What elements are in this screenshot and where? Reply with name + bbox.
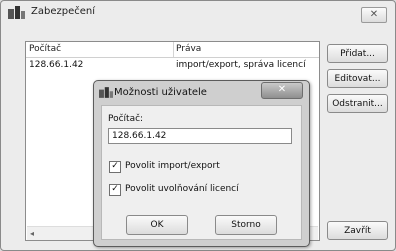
list-header: Počítač Práva	[26, 42, 319, 58]
computer-label: Počítač:	[108, 114, 144, 124]
allow-licence-release-label[interactable]: Povolit uvolňování licencí	[125, 184, 239, 194]
allow-import-export-label[interactable]: Povolit import/export	[125, 161, 220, 171]
scroll-left-icon[interactable]: ◂	[30, 229, 34, 238]
column-header-computer[interactable]: Počítač	[29, 44, 61, 54]
window-titlebar: Zabezpečení ✕	[1, 1, 395, 25]
remove-button[interactable]: Odstranit...	[327, 94, 388, 113]
cancel-button[interactable]: Storno	[215, 215, 277, 235]
computer-field[interactable]	[108, 128, 292, 144]
window-title: Zabezpečení	[31, 6, 95, 17]
close-button[interactable]: Zavřít	[327, 221, 388, 240]
add-button[interactable]: Přidat...	[327, 44, 388, 63]
user-options-dialog: Možnosti uživatele ✕ Počítač: ✓ Povolit …	[93, 80, 310, 247]
allow-licence-release-checkbox[interactable]: ✓	[109, 184, 121, 196]
computers-icon	[8, 6, 25, 19]
allow-import-export-checkbox[interactable]: ✓	[109, 161, 121, 173]
column-header-rights[interactable]: Práva	[176, 44, 201, 54]
list-item[interactable]: 128.66.1.42 import/export, správa licenc…	[26, 59, 319, 73]
ok-button[interactable]: OK	[126, 215, 188, 235]
dialog-body: Počítač: ✓ Povolit import/export ✓ Povol…	[101, 105, 302, 240]
dialog-close-button[interactable]: ✕	[261, 82, 303, 99]
list-item-computer: 128.66.1.42	[29, 60, 84, 70]
edit-button[interactable]: Editovat...	[327, 69, 388, 88]
window-close-button[interactable]: ✕	[361, 7, 387, 23]
security-window: Zabezpečení ✕ Počítač Práva 128.66.1.42 …	[0, 0, 396, 251]
computers-icon	[99, 87, 113, 98]
column-divider[interactable]	[173, 42, 174, 57]
list-item-rights: import/export, správa licencí	[176, 60, 306, 70]
dialog-title: Možnosti uživatele	[114, 87, 207, 98]
